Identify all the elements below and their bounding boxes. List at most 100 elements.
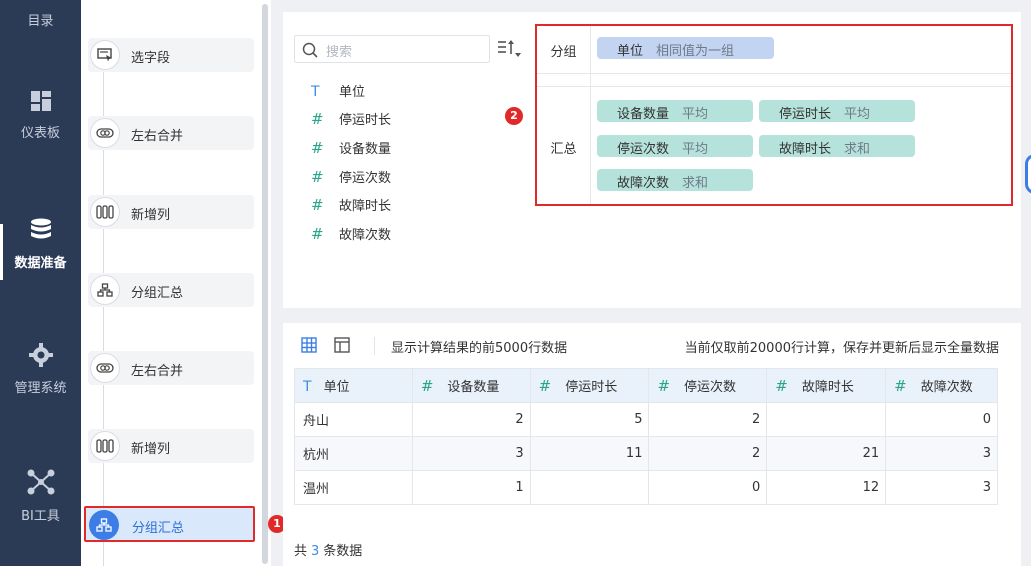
sort-icon[interactable]	[497, 39, 521, 59]
step-label: 左右合并	[131, 364, 184, 379]
field-item[interactable]: # 停运时长	[311, 109, 391, 129]
step-group-summary-2[interactable]: 分组汇总	[84, 506, 255, 542]
steps-scrollbar[interactable]	[262, 4, 268, 564]
text-type-icon: T	[311, 84, 320, 100]
summary-chip[interactable]: 故障次数 求和	[597, 169, 753, 191]
merge-icon	[96, 128, 114, 138]
step-label: 选字段	[131, 51, 171, 66]
summary-label: 汇总	[550, 142, 577, 157]
field-item[interactable]: # 停运次数	[311, 167, 391, 187]
gear-icon	[28, 343, 53, 367]
step-label: 新增列	[131, 208, 171, 223]
step-node	[90, 197, 120, 227]
column-header[interactable]: # 设备数量	[411, 368, 531, 403]
number-type-icon: #	[420, 377, 434, 395]
nav-item-label: 数据准备	[14, 256, 67, 271]
chip-field: 单位	[617, 44, 644, 59]
step-add-column-2[interactable]: 新增列	[88, 429, 254, 463]
field-name: 故障次数	[339, 228, 392, 243]
column-header[interactable]: # 故障次数	[885, 368, 998, 403]
step-label: 新增列	[131, 442, 171, 457]
table-cell: 0	[648, 470, 768, 505]
table-row: 温州 1 0 12 3	[294, 470, 998, 505]
field-search[interactable]: 搜索	[294, 35, 490, 63]
nav-directory[interactable]: 目录	[0, 10, 81, 29]
step-select-fields[interactable]: 选字段	[88, 38, 254, 72]
step-node	[90, 40, 120, 70]
number-type-icon: #	[657, 377, 671, 395]
step-node	[90, 353, 120, 383]
row-count: 共 3 条数据	[294, 540, 362, 559]
group-chip[interactable]: 单位 相同值为一组	[597, 37, 774, 59]
group-summary-icon	[97, 283, 113, 297]
column-header[interactable]: T 单位	[294, 368, 413, 403]
chip-field: 设备数量	[617, 107, 670, 122]
number-type-icon: #	[311, 110, 324, 128]
nav-item-bi-tools[interactable]: BI工具	[0, 469, 81, 524]
summary-chip[interactable]: 停运时长 平均	[759, 100, 915, 122]
database-icon	[30, 218, 51, 239]
step-merge-1[interactable]: 左右合并	[88, 116, 254, 150]
nav-item-dashboard[interactable]: 仪表板	[0, 90, 81, 141]
table-cell	[766, 402, 887, 437]
table-cell: 2	[648, 402, 768, 437]
nav-item-data-prep[interactable]: 数据准备	[0, 218, 81, 271]
row-count-prefix: 共	[294, 544, 308, 559]
chip-agg: 求和	[682, 176, 709, 191]
calc-info: 当前仅取前20000行计算，保存并更新后显示全量数据	[684, 341, 999, 356]
column-header[interactable]: # 停运时长	[529, 368, 650, 403]
field-item[interactable]: # 设备数量	[311, 138, 391, 158]
column-name: 单位	[323, 380, 350, 395]
field-name: 停运时长	[339, 113, 392, 128]
table-cell: 12	[766, 470, 887, 505]
field-name: 故障时长	[339, 199, 392, 214]
number-type-icon: #	[311, 196, 324, 214]
config-panel: 搜索 T 单位 # 停运时长 # 设备数量 # 停运次数 # 故障时长 # 故障次数 2	[283, 12, 1021, 308]
table-cell: 3	[885, 436, 998, 471]
column-header[interactable]: # 故障时长	[766, 368, 887, 403]
table-cell: 5	[529, 402, 650, 437]
field-item[interactable]: T 单位	[311, 81, 365, 101]
summary-chip[interactable]: 设备数量 平均	[597, 100, 753, 122]
row-divider	[537, 86, 1011, 87]
step-group-summary-1[interactable]: 分组汇总	[88, 273, 254, 307]
preview-info: 显示计算结果的前5000行数据	[391, 341, 568, 356]
step-merge-2[interactable]: 左右合并	[88, 351, 254, 385]
number-type-icon: #	[775, 377, 788, 395]
select-field-icon	[97, 48, 112, 62]
text-type-icon: T	[303, 379, 312, 395]
step-add-column-1[interactable]: 新增列	[88, 195, 254, 229]
data-preview-panel: 显示计算结果的前5000行数据 当前仅取前20000行计算，保存并更新后显示全量…	[283, 323, 1021, 566]
table-row: 舟山 2 5 2 0	[294, 402, 998, 437]
column-name: 停运次数	[684, 380, 737, 395]
table-view-icon[interactable]	[301, 337, 317, 353]
search-placeholder: 搜索	[326, 45, 353, 60]
table-cell: 0	[885, 402, 998, 437]
summary-chip[interactable]: 停运次数 平均	[597, 135, 753, 157]
nav-item-label: 管理系统	[14, 381, 67, 396]
table-cell: 2	[411, 402, 531, 437]
column-header[interactable]: # 停运次数	[648, 368, 768, 403]
number-type-icon: #	[894, 377, 907, 395]
search-icon	[302, 42, 318, 58]
number-type-icon: #	[311, 225, 324, 243]
nav-item-admin[interactable]: 管理系统	[0, 343, 81, 396]
chip-field: 停运时长	[779, 107, 832, 122]
field-item[interactable]: # 故障时长	[311, 195, 391, 215]
dashboard-icon	[30, 91, 51, 111]
number-type-icon: #	[311, 168, 324, 186]
row-count-suffix: 条数据	[323, 544, 363, 559]
field-item[interactable]: # 故障次数	[311, 224, 391, 244]
edge-circle-icon[interactable]	[1025, 154, 1031, 194]
network-icon	[27, 469, 54, 495]
chip-field: 故障时长	[779, 142, 832, 157]
chip-field: 故障次数	[617, 176, 670, 191]
left-nav: 目录 仪表板 数据准备 管理系统 BI工具	[0, 0, 81, 566]
table-cell: 2	[648, 436, 768, 471]
panel-view-icon[interactable]	[334, 337, 350, 353]
column-name: 停运时长	[565, 380, 618, 395]
summary-chip[interactable]: 故障时长 求和	[759, 135, 915, 157]
field-name: 停运次数	[339, 171, 392, 186]
toolbar-divider	[374, 337, 375, 355]
field-name: 设备数量	[339, 142, 392, 157]
